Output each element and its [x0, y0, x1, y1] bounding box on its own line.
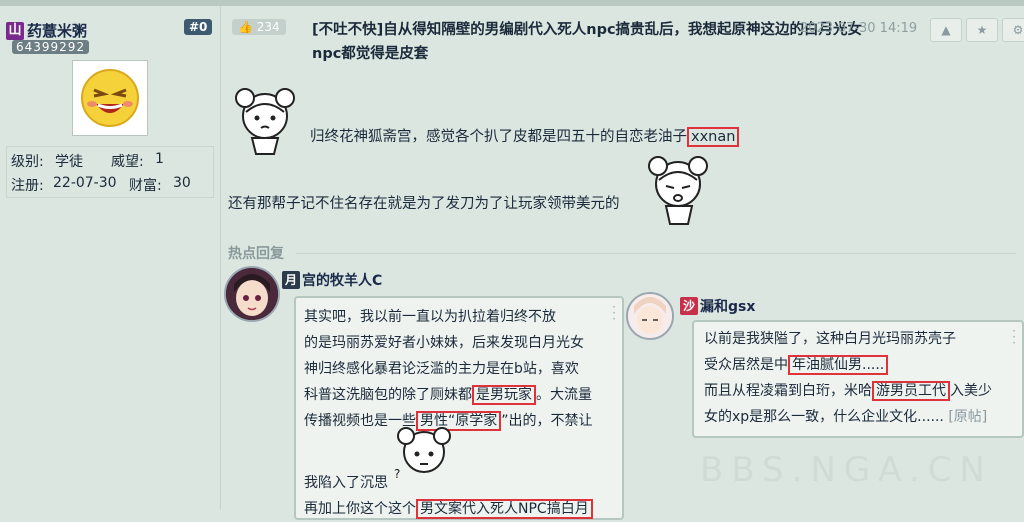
- highlight-box: 是男玩家: [472, 385, 536, 405]
- reply1-avatar[interactable]: [224, 266, 280, 322]
- wealth-label: 财富:: [129, 178, 162, 194]
- post-line-1: 归终花神狐斋宫，感觉各个扒了皮都是四五十的自恋老油子 xxnan: [310, 125, 740, 147]
- reply1-bubble: · · · 其实吧，我以前一直以为扒拉着归终不放 的是玛丽苏爱好者小妹妹，后来发现白…: [294, 296, 624, 520]
- highlight-box: 年油腻仙男.....: [788, 355, 889, 375]
- like-button[interactable]: 👍 234: [232, 19, 286, 35]
- highlight-box: xxnan: [687, 127, 740, 147]
- author-panel: 山 药薏米粥 #0 64399292 级别: 学徒 威望: 1 注册: 22-0…: [0, 6, 221, 510]
- highlight-box: 男文案代入死人NPC搞白月: [416, 499, 593, 519]
- avatar-image-icon: [226, 268, 278, 320]
- anime-girl-sticker-icon: ?: [394, 427, 451, 481]
- reply2-line: 以前是我狭隘了，这种白月光玛丽苏壳子: [704, 331, 956, 347]
- settings-icon[interactable]: ⚙: [1002, 18, 1024, 42]
- more-options-icon[interactable]: · · ·: [612, 301, 616, 325]
- svg-text:?: ?: [394, 467, 400, 481]
- author-stats: 级别: 学徒 威望: 1 注册: 22-07-30 财富: 30: [6, 146, 214, 198]
- android-icon[interactable]: ▲: [930, 18, 962, 42]
- star-icon[interactable]: ★: [966, 18, 998, 42]
- prestige-label: 威望:: [111, 154, 144, 170]
- avatar[interactable]: [72, 60, 148, 136]
- wealth-value: 30: [173, 175, 191, 191]
- reply2-line-text: 而且从程凌霜到白珩，米哈: [704, 383, 872, 399]
- reply2-line: 而且从程凌霜到白珩，米哈 游男员工代 入美少: [704, 378, 992, 404]
- reply2-line: 女的xp是那么一致，什么企业文化...... [原帖]: [704, 404, 992, 430]
- post-date: 2023-07-30 14:19: [800, 21, 918, 36]
- reply2-badge: 沙: [680, 297, 698, 315]
- watermark: BBS.NGA.CN: [700, 450, 993, 490]
- laughing-emoji-icon: [81, 69, 139, 127]
- user-id[interactable]: 64399292: [12, 40, 90, 54]
- highlight-box: 游男员工代: [872, 381, 950, 401]
- reply2-avatar[interactable]: [626, 292, 674, 340]
- reply1-name: 宫的牧羊人C: [302, 273, 383, 289]
- like-count: 234: [256, 20, 280, 34]
- reg-value: 22-07-30: [53, 175, 117, 191]
- reply1-line: 神归终感化暴君论泛滥的主力是在b站，喜欢: [304, 361, 579, 377]
- reply2-bubble: · · · 以前是我狭隘了，这种白月光玛丽苏壳子 受众居然是中 年油腻仙男..... …: [692, 320, 1024, 438]
- reply1-badge: 月: [282, 271, 300, 289]
- reply1-line-text: 科普这洗脑包的除了厕妹都: [304, 387, 472, 403]
- more-options-icon[interactable]: · · ·: [1012, 325, 1016, 349]
- reply2-line-text: 女的xp是那么一致，什么企业文化......: [704, 409, 944, 425]
- reply1-line: 科普这洗脑包的除了厕妹都 是男玩家 。大流量: [304, 382, 593, 408]
- post-line-1-text: 归终花神狐斋宫，感觉各个扒了皮都是四五十的自恋老油子: [310, 129, 687, 145]
- divider: [296, 253, 1016, 254]
- original-post-link[interactable]: [原帖]: [948, 409, 987, 425]
- anime-girl-sticker-icon: [235, 88, 295, 155]
- reply2-author[interactable]: 沙漏和gsx: [680, 296, 755, 316]
- anime-girl-sticker-icon: [648, 156, 708, 225]
- reply1-line-text: 再加上你这个这个: [304, 501, 416, 517]
- prestige-value: 1: [155, 151, 164, 167]
- reply1-line-text: 。大流量: [536, 387, 592, 403]
- author-name[interactable]: 药薏米粥: [27, 20, 87, 41]
- post-title: [不吐不快]自从得知隔壁的男编剧代入死人npc搞贵乱后，我想起原神这边的白月光女…: [312, 22, 863, 62]
- reg-label: 注册:: [11, 178, 44, 194]
- reply1-line-text: ”出的，不禁让: [501, 413, 593, 429]
- reply1-line: 其实吧，我以前一直以为扒拉着归终不放: [304, 309, 556, 325]
- reply2-line-text: 受众居然是中: [704, 357, 788, 373]
- reply2-line-text: 入美少: [950, 383, 992, 399]
- level-label: 级别:: [11, 154, 44, 170]
- reply1-author[interactable]: 月宫的牧羊人C: [282, 270, 382, 290]
- reply2-line: 受众居然是中 年油腻仙男.....: [704, 352, 992, 378]
- reply1-line: 再加上你这个这个 男文案代入死人NPC搞白月: [304, 496, 593, 522]
- post-line-2: 还有那帮子记不住名存在就是为了发刀为了让玩家领带美元的: [228, 196, 620, 212]
- thumbs-up-icon: 👍: [238, 20, 253, 34]
- floor-number[interactable]: #0: [184, 19, 213, 35]
- level-value: 学徒: [55, 154, 83, 170]
- hot-replies-heading: 热点回复: [228, 246, 284, 262]
- reply2-name: 漏和gsx: [700, 299, 756, 315]
- avatar-image-icon: [628, 294, 672, 338]
- author-row: 山 药薏米粥: [6, 20, 87, 41]
- reply1-line: 的是玛丽苏爱好者小妹妹，后来发现白月光女: [304, 335, 584, 351]
- author-badge: 山: [6, 21, 24, 40]
